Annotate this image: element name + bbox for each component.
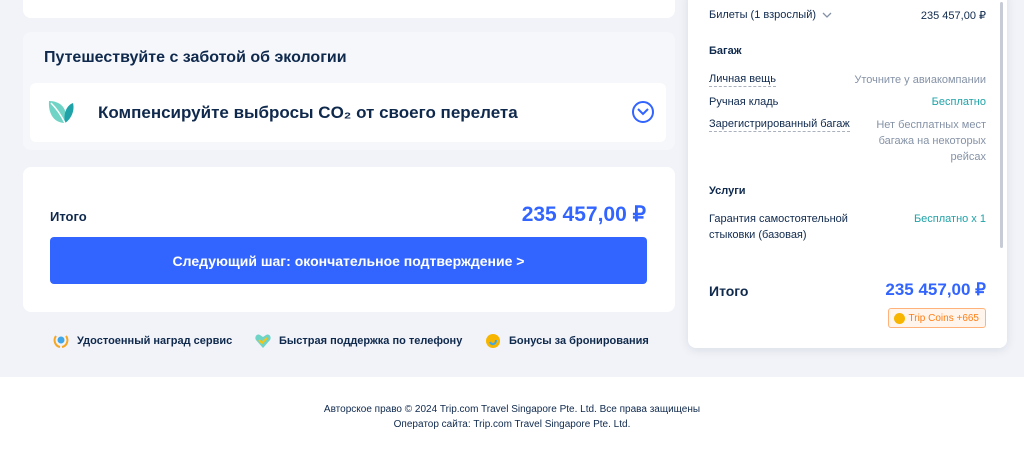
connection-guarantee-label: Гарантия самостоятельной стыковки (базов… — [709, 211, 848, 244]
co2-offset-row[interactable]: Компенсируйте выбросы CO₂ от своего пере… — [30, 83, 666, 142]
total-label: Итого — [50, 209, 87, 224]
next-step-button[interactable]: Следующий шаг: окончательное подтвержден… — [50, 237, 647, 284]
chevron-down-icon — [822, 12, 832, 18]
trip-coins-label: Trip Coins +665 — [908, 312, 980, 324]
eco-section-title: Путешествуйте с заботой об экологии — [44, 49, 347, 66]
checked-baggage-label[interactable]: Зарегистрированный багаж — [709, 118, 850, 132]
benefit-award-label: Удостоенный наград сервис — [77, 335, 233, 347]
connection-guarantee-value: Бесплатно x 1 — [913, 213, 986, 225]
checked-baggage-value: Нет бесплатных мест багажа на некоторых … — [876, 117, 986, 165]
benefits-bar: Удостоенный наград сервис Быстрая поддер… — [52, 332, 652, 350]
connection-guarantee-label-line: Гарантия самостоятельной — [709, 213, 848, 225]
checked-baggage-value-line: Нет бесплатных мест — [876, 119, 986, 131]
benefit-bonus: Бонусы за бронирования — [484, 332, 649, 350]
benefit-bonus-label: Бонусы за бронирования — [509, 335, 649, 347]
co2-offset-text: Компенсируйте выбросы CO₂ от своего пере… — [98, 103, 518, 122]
baggage-title: Багаж — [709, 45, 742, 57]
footer: Авторское право © 2024 Trip.com Travel S… — [0, 377, 1024, 454]
checked-baggage-value-line: багажа на некоторых — [878, 135, 986, 147]
sidebar-total-amount: 235 457,00 ₽ — [885, 280, 986, 299]
previous-section-card — [23, 0, 675, 18]
carry-on-value: Бесплатно — [931, 96, 986, 108]
coin-icon — [893, 312, 905, 324]
chevron-down-icon — [637, 108, 649, 116]
award-laurel-icon — [53, 335, 69, 348]
connection-guarantee-label-line: стыковки (базовая) — [709, 229, 807, 241]
sidebar-total-label: Итого — [709, 283, 749, 299]
benefit-award: Удостоенный наград сервис — [52, 332, 232, 350]
coin-bonus-icon — [486, 334, 500, 348]
expand-chevron-button[interactable] — [632, 101, 654, 123]
leaf-icon — [48, 101, 74, 124]
sidebar-scrollbar[interactable] — [1000, 2, 1003, 248]
carry-on-label: Ручная кладь — [709, 96, 779, 108]
tickets-toggle[interactable]: Билеты (1 взрослый) — [709, 9, 832, 21]
footer-copyright: Авторское право © 2024 Trip.com Travel S… — [323, 404, 701, 415]
trip-coins-badge: Trip Coins +665 — [887, 308, 986, 328]
tickets-label: Билеты (1 взрослый) — [709, 9, 817, 21]
benefit-support-label: Быстрая поддержка по телефону — [279, 335, 463, 347]
eco-section: Путешествуйте с заботой об экологии Комп… — [23, 32, 675, 150]
benefit-support: Быстрая поддержка по телефону — [254, 332, 462, 350]
checked-baggage-value-line: рейсах — [950, 151, 987, 163]
personal-item-value: Уточните у авиакомпании — [854, 74, 986, 86]
services-title: Услуги — [709, 185, 746, 197]
personal-item-label[interactable]: Личная вещь — [709, 73, 776, 87]
total-card: Итого 235 457,00 ₽ Следующий шаг: оконча… — [23, 167, 675, 312]
footer-operator: Оператор сайта: Trip.com Travel Singapor… — [393, 419, 631, 430]
heart-check-icon — [255, 334, 271, 348]
price-summary-sidebar: Билеты (1 взрослый) 235 457,00 ₽ Багаж Л… — [688, 0, 1007, 348]
tickets-amount: 235 457,00 ₽ — [920, 10, 986, 22]
total-amount: 235 457,00 ₽ — [521, 203, 646, 226]
